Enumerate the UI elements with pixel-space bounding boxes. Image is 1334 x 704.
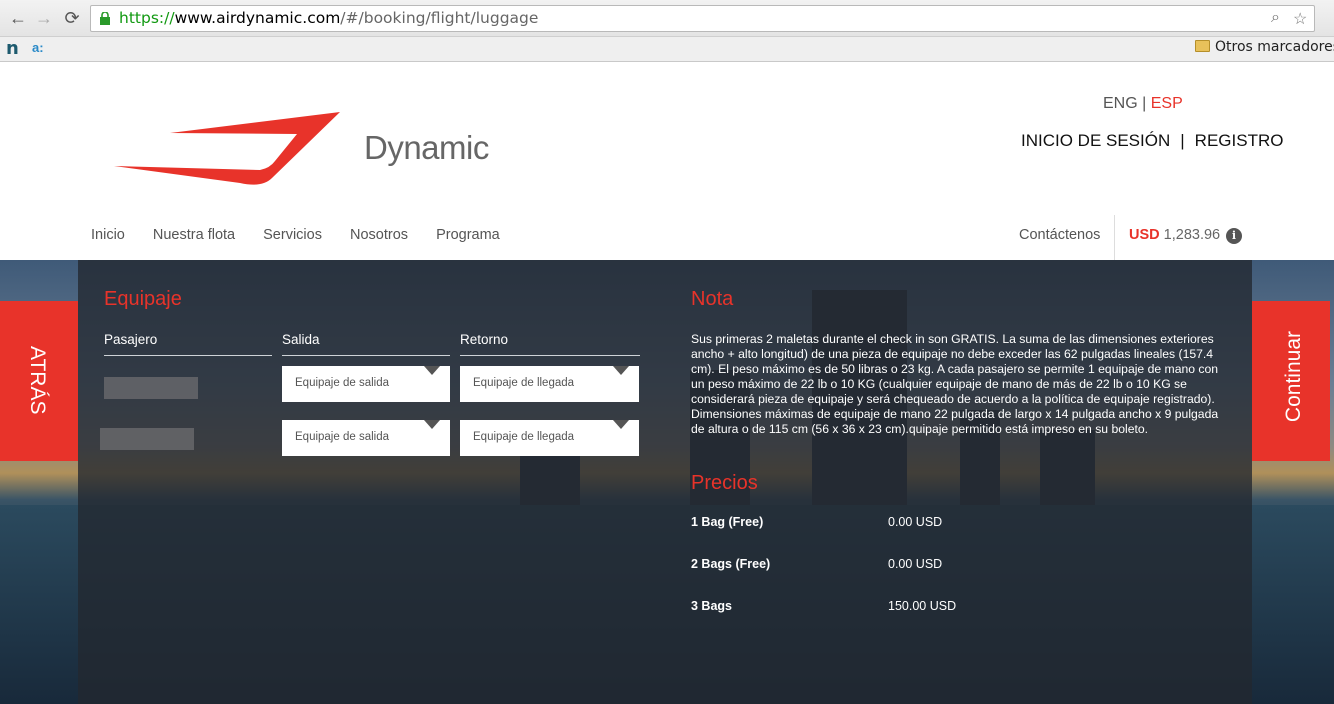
- bookmarks-bar: n a: Otros marcadores: [0, 37, 1334, 62]
- back-label: ATRÁS: [26, 346, 49, 415]
- language-switch: ENG | ESP: [1103, 95, 1183, 113]
- price-row-label: 1 Bag (Free): [691, 515, 764, 529]
- departure-luggage-select[interactable]: Equipaje de salida: [282, 420, 450, 456]
- lang-eng[interactable]: ENG: [1103, 95, 1138, 112]
- reload-icon[interactable]: ⟳: [60, 6, 84, 30]
- price-row-value: 0.00 USD: [888, 515, 943, 529]
- col-divider: [104, 355, 272, 356]
- return-luggage-select[interactable]: Equipaje de llegada: [460, 366, 639, 402]
- return-luggage-select[interactable]: Equipaje de llegada: [460, 420, 639, 456]
- price-row-label: 3 Bags: [691, 599, 732, 613]
- note-title: Nota: [691, 288, 734, 310]
- nav-divider: [1114, 215, 1115, 260]
- address-bar[interactable]: https://www.airdynamic.com/#/booking/fli…: [90, 5, 1315, 32]
- folder-icon: [1195, 40, 1210, 52]
- register-link[interactable]: REGISTRO: [1195, 131, 1284, 150]
- logo-swoosh-icon[interactable]: [112, 108, 342, 188]
- contact-link[interactable]: Contáctenos: [1019, 227, 1100, 243]
- login-link[interactable]: INICIO DE SESIÓN: [1021, 131, 1170, 150]
- auth-separator: |: [1180, 131, 1185, 150]
- price-row-label: 2 Bags (Free): [691, 557, 771, 571]
- col-divider: [460, 355, 640, 356]
- passenger-name-placeholder: [104, 377, 198, 399]
- bookmark-n-icon[interactable]: n: [6, 38, 19, 59]
- passenger-name-placeholder: [100, 428, 194, 450]
- departure-luggage-select[interactable]: Equipaje de salida: [282, 366, 450, 402]
- col-return: Retorno: [460, 332, 509, 347]
- col-passenger: Pasajero: [104, 332, 158, 347]
- browser-toolbar: ← → ⟳ https://www.airdynamic.com/#/booki…: [0, 0, 1334, 37]
- lang-separator: |: [1142, 95, 1147, 112]
- chevron-down-icon: [613, 420, 629, 429]
- luggage-title: Equipaje: [104, 288, 182, 310]
- continue-button[interactable]: Continuar: [1252, 301, 1330, 461]
- total-price: USD 1,283.96: [1129, 227, 1220, 243]
- select-value: Equipaje de salida: [295, 431, 389, 443]
- lang-esp[interactable]: ESP: [1151, 95, 1183, 112]
- forward-arrow-icon[interactable]: →: [32, 6, 56, 30]
- note-text: Sus primeras 2 maletas durante el check …: [691, 332, 1219, 436]
- select-value: Equipaje de llegada: [473, 377, 575, 389]
- lock-icon: [100, 12, 110, 25]
- url-text: https://www.airdynamic.com/#/booking/fli…: [119, 9, 539, 27]
- price-row-value: 0.00 USD: [888, 557, 943, 571]
- nav-item-nosotros[interactable]: Nosotros: [350, 227, 408, 243]
- main-nav: Inicio Nuestra flota Servicios Nosotros …: [91, 227, 524, 243]
- prices-title: Precios: [691, 472, 758, 494]
- nav-item-flota[interactable]: Nuestra flota: [153, 227, 235, 243]
- continue-label: Continuar: [1282, 331, 1305, 423]
- bookmark-a-icon[interactable]: a:: [32, 40, 44, 55]
- chevron-down-icon: [613, 366, 629, 375]
- back-button[interactable]: ATRÁS: [0, 301, 78, 461]
- col-divider: [282, 355, 450, 356]
- select-value: Equipaje de llegada: [473, 431, 575, 443]
- chevron-down-icon: [424, 420, 440, 429]
- booking-panel: [78, 260, 1252, 704]
- other-bookmarks-label: Otros marcadores: [1215, 39, 1334, 55]
- nav-item-inicio[interactable]: Inicio: [91, 227, 125, 243]
- col-departure: Salida: [282, 332, 320, 347]
- info-icon[interactable]: i: [1226, 228, 1242, 244]
- logo-text[interactable]: Dynamic: [364, 129, 489, 167]
- chevron-down-icon: [424, 366, 440, 375]
- other-bookmarks[interactable]: Otros marcadores: [1195, 39, 1334, 55]
- nav-item-servicios[interactable]: Servicios: [263, 227, 322, 243]
- price-currency: USD: [1129, 227, 1160, 243]
- star-icon[interactable]: ☆: [1293, 9, 1307, 29]
- select-value: Equipaje de salida: [295, 377, 389, 389]
- back-arrow-icon[interactable]: ←: [6, 6, 30, 30]
- nav-item-programa[interactable]: Programa: [436, 227, 500, 243]
- price-amount: 1,283.96: [1163, 227, 1221, 243]
- price-row-value: 150.00 USD: [888, 599, 957, 613]
- auth-links: INICIO DE SESIÓN | REGISTRO: [1021, 131, 1283, 151]
- magnifier-icon[interactable]: ⌕: [1271, 9, 1280, 27]
